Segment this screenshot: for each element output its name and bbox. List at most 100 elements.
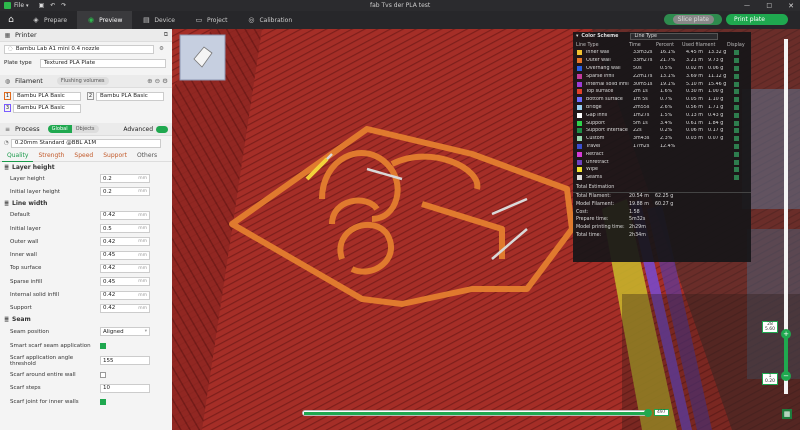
param-input[interactable]: 0.5 mm — [100, 224, 150, 234]
legend-display-checkbox[interactable] — [734, 81, 739, 87]
param-input[interactable]: 0.42 mm — [100, 290, 150, 300]
tab-quality[interactable]: Quality — [2, 150, 34, 162]
tab-others[interactable]: Others — [132, 150, 162, 161]
legend-display-checkbox[interactable] — [734, 89, 739, 95]
layer-slider-top-handle[interactable]: + — [781, 329, 791, 339]
legend-row[interactable]: Seams — [573, 174, 751, 182]
home-icon[interactable]: ⌂ — [0, 11, 22, 29]
minimize-icon[interactable]: — — [744, 2, 750, 9]
param-input[interactable]: 0.42 mm — [100, 303, 150, 313]
legend-row[interactable]: Internal solid infill 30m51s 19.1% 5.10 m 15… — [573, 80, 751, 88]
toggle-objects[interactable]: Objects — [71, 125, 99, 133]
legend-mode-select[interactable]: Line Type — [630, 33, 719, 40]
scarf-inner-checkbox[interactable] — [100, 398, 106, 405]
add-filament-icon[interactable]: ⊕ ⊖ ⚙ — [147, 77, 168, 85]
tab-support[interactable]: Support — [98, 150, 132, 161]
close-icon[interactable]: ✕ — [788, 2, 794, 10]
legend-display-checkbox[interactable] — [734, 120, 739, 126]
legend-row[interactable]: Overhang wall 50s 0.5% 0.02 m 0.06 g — [573, 65, 751, 73]
legend-row[interactable]: Bridge 2m55s 2.6% 0.56 m 1.71 g — [573, 104, 751, 112]
move-slider-handle[interactable] — [644, 409, 652, 417]
app-logo-icon[interactable] — [4, 2, 11, 9]
legend-row[interactable]: Outer wall 33m27s 21.7% 3.21 m 9.73 g — [573, 57, 751, 65]
tab-strength[interactable]: Strength — [33, 150, 69, 161]
legend-row[interactable]: Gap infill 1m27s 1.5% 0.13 m 0.43 g — [573, 111, 751, 119]
tab-speed[interactable]: Speed — [69, 150, 98, 161]
legend-row[interactable]: Wipe — [573, 166, 751, 174]
filament-slot-1[interactable]: Bambu PLA Basic — [13, 91, 81, 101]
legend-row[interactable]: Inner wall 33m32s 16.1% 4.45 m 13.32 g — [573, 49, 751, 57]
process-tabs: Quality Strength Speed Support Others — [0, 150, 172, 162]
smart-scarf-checkbox[interactable] — [100, 342, 106, 349]
scarf-steps-input[interactable]: 10 — [100, 383, 150, 393]
layer-slider-bottom-handle[interactable]: − — [781, 371, 791, 381]
process-section-header[interactable]: ≡ Process Global Objects Advanced — [0, 123, 172, 136]
print-plate-button[interactable]: Print plate — [726, 14, 788, 25]
filament-slot-2[interactable]: Bambu PLA Basic — [96, 91, 164, 101]
legend-display-checkbox[interactable] — [734, 58, 739, 64]
param-input[interactable]: 0.42 mm — [100, 210, 150, 220]
legend-row[interactable]: Travel 17m2s 12.4% — [573, 143, 751, 151]
legend-display-checkbox[interactable] — [734, 97, 739, 103]
tab-prepare[interactable]: ◈ Prepare — [22, 11, 77, 29]
dropdown-icon[interactable]: ▾ — [26, 3, 29, 9]
legend-row[interactable]: Support interface 22s 0.2% 0.06 m 0.17 g — [573, 127, 751, 135]
maximize-icon[interactable]: □ — [766, 2, 772, 9]
tab-preview[interactable]: ◉ Preview — [77, 11, 133, 29]
legend-percent: 0.2% — [660, 128, 673, 134]
legend-row[interactable]: Top surface 2m 1s 1.6% 0.30 m 1.00 g — [573, 88, 751, 96]
legend-display-checkbox[interactable] — [734, 167, 739, 173]
param-input[interactable]: 0.45 mm — [100, 250, 150, 260]
param-input[interactable]: 0.2 mm — [100, 174, 150, 184]
legend-row[interactable]: Custom 3m43s 2.3% 0.03 m 0.07 g — [573, 135, 751, 143]
legend-row[interactable]: Support 5m 1s 3.4% 0.61 m 1.84 g — [573, 119, 751, 127]
flushing-volumes-badge[interactable]: Flushing volumes — [56, 77, 109, 85]
advanced-toggle[interactable] — [156, 125, 168, 133]
legend-display-checkbox[interactable] — [734, 65, 739, 71]
scarf-entire-checkbox[interactable] — [100, 371, 106, 378]
param-input[interactable]: 0.42 mm — [100, 237, 150, 247]
legend-display-checkbox[interactable] — [734, 159, 739, 165]
copy-icon[interactable]: ⧉ — [164, 31, 168, 39]
seam-position-select[interactable]: Aligned ▾ — [100, 327, 150, 337]
legend-row[interactable]: Sparse infill 22m17s 13.1% 3.69 m 11.12 g — [573, 72, 751, 80]
legend-row[interactable]: Retract — [573, 150, 751, 158]
tab-device[interactable]: ▤ Device — [132, 11, 185, 29]
scarf-angle-input[interactable]: 155 — [100, 356, 150, 366]
param-input[interactable]: 0.45 mm — [100, 277, 150, 287]
legend-display-checkbox[interactable] — [734, 151, 739, 157]
plate-type-select[interactable]: Textured PLA Plate — [40, 58, 166, 68]
process-preset-select[interactable]: 0.20mm Standard @BBL A1M — [10, 138, 161, 148]
legend-display-checkbox[interactable] — [734, 136, 739, 142]
undo-icon[interactable]: ↶ — [50, 2, 55, 9]
view-settings-icon[interactable]: ▦ — [782, 409, 792, 419]
printer-settings-icon[interactable]: ⚙ — [159, 46, 164, 52]
save-icon[interactable]: ▣ — [39, 2, 45, 9]
slice-plate-button[interactable]: Slice plate — [664, 14, 722, 25]
filament-section-header[interactable]: ◍ Filament Flushing volumes ⊕ ⊖ ⚙ — [0, 75, 172, 88]
tab-calibration[interactable]: ◎ Calibration — [237, 11, 302, 29]
param-input[interactable]: 0.42 mm — [100, 263, 150, 273]
printer-section-header[interactable]: ▦ Printer ⧉ — [0, 29, 172, 42]
file-menu[interactable]: File — [14, 2, 24, 9]
legend-display-checkbox[interactable] — [734, 104, 739, 110]
filament-slot-3[interactable]: Bambu PLA Basic — [13, 103, 81, 113]
total-key: Model printing time: — [576, 225, 625, 231]
legend-row[interactable]: Unretract — [573, 158, 751, 166]
tab-project[interactable]: ▭ Project — [185, 11, 238, 29]
legend-display-checkbox[interactable] — [734, 175, 739, 181]
plate-type-row: Plate type Textured PLA Plate — [0, 56, 172, 70]
legend-row[interactable]: Bottom surface 1m 5s 0.7% 0.05 m 1.10 g — [573, 96, 751, 104]
legend-display-checkbox[interactable] — [734, 143, 739, 149]
layer-top-label: 28 5.60 — [762, 321, 778, 333]
legend-display-checkbox[interactable] — [734, 112, 739, 118]
printer-select[interactable]: ◌ Bambu Lab A1 mini 0.4 nozzle — [4, 44, 154, 54]
legend-swatch — [577, 175, 582, 181]
redo-icon[interactable]: ↷ — [61, 2, 66, 9]
toggle-global[interactable]: Global — [47, 125, 72, 133]
legend-display-checkbox[interactable] — [734, 50, 739, 56]
param-input[interactable]: 0.2 mm — [100, 187, 150, 197]
legend-display-checkbox[interactable] — [734, 73, 739, 79]
legend-display-checkbox[interactable] — [734, 128, 739, 134]
legend-collapse-icon[interactable]: ▾ — [576, 34, 578, 39]
